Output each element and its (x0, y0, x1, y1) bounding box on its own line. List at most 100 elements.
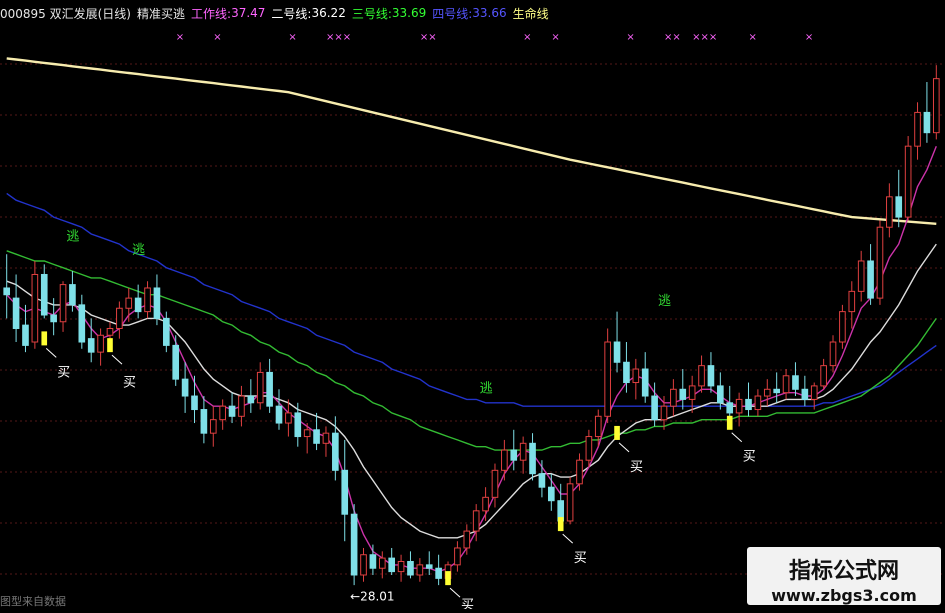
candle-body (59, 284, 67, 323)
stock-code: 000895 双汇发展(日线) (0, 6, 131, 21)
candle-body (792, 375, 799, 390)
candle-body (313, 429, 320, 444)
candle-body (914, 111, 921, 147)
buy-arrow (618, 442, 630, 453)
candle-body (810, 385, 818, 400)
watermark-title: 指标公式网 (788, 559, 899, 584)
buy-label: 买 (461, 598, 474, 609)
series-line (6, 145, 937, 573)
candle-body (40, 273, 48, 316)
candle-body (801, 388, 809, 400)
candle-body (200, 409, 208, 434)
candle-body (407, 560, 414, 576)
candle-body (698, 365, 705, 387)
escape-label: 逃 (66, 230, 79, 245)
candle-body (116, 307, 123, 330)
chart-area: 买买逃逃买逃买逃买买 ←28.01 × × × ××× ×× × × × ×× ××× × × (0, 0, 945, 613)
buy-label: 买 (630, 460, 643, 475)
buy-arrow (45, 348, 57, 358)
candle-body (332, 432, 339, 471)
candle-body (106, 328, 114, 336)
candle-body (820, 365, 827, 387)
candle-body (641, 368, 649, 397)
candle-body (482, 496, 489, 512)
candle-body (463, 530, 471, 549)
top-marker: × (213, 32, 221, 43)
candle-body (360, 554, 367, 576)
top-marker: × (805, 32, 813, 43)
top-marker: × (288, 32, 296, 43)
candle-body (679, 388, 687, 400)
candle-body (566, 483, 574, 522)
top-marker: ×× (664, 32, 681, 43)
candle-body (867, 260, 874, 299)
candle-body (519, 442, 527, 461)
life-line-label: 生命线 (512, 6, 549, 21)
candle-body (219, 405, 226, 421)
line4-label: 四号线: (432, 6, 473, 21)
candle-body (848, 290, 856, 313)
candle-body (632, 368, 640, 384)
candle-body (707, 365, 715, 387)
candle-body (69, 284, 76, 306)
buy-signal-bar (445, 571, 451, 586)
candle-body (932, 78, 940, 134)
candle-body (886, 196, 893, 228)
candle-body (773, 388, 780, 394)
candle-body (547, 486, 555, 502)
candle-body (604, 341, 611, 417)
candle-body (350, 513, 358, 576)
candle-body (623, 361, 630, 384)
candle-body (923, 111, 931, 134)
candle-body (782, 375, 790, 394)
top-marker: × (523, 32, 531, 43)
candle-body (247, 395, 255, 404)
work-line-label: 工作线: (191, 6, 232, 21)
top-marker: × (176, 32, 184, 43)
buy-arrow (731, 432, 743, 443)
buy-signal-bar (726, 415, 733, 430)
buy-signal-bar (614, 425, 620, 440)
candle-body (256, 371, 264, 404)
watermark-url: www.zbgs3.com (771, 586, 917, 605)
escape-label: 逃 (658, 294, 671, 309)
candle-body (510, 449, 518, 461)
top-marker: ×× (420, 32, 437, 43)
candle-body (378, 557, 386, 569)
line4-value: 33.66 (472, 6, 507, 20)
candle-body (238, 395, 245, 417)
candle-body (491, 469, 499, 498)
indicator-name: 精准买逃 (137, 6, 186, 21)
watermark-box: 指标公式网 www.zbgs3.com (747, 547, 941, 605)
buy-signal-bar (557, 517, 564, 532)
buy-label: 买 (57, 365, 70, 380)
candle-body (285, 412, 292, 424)
candle-body (31, 273, 39, 343)
candle-body (454, 547, 461, 566)
line2-label: 二号线: (271, 6, 312, 21)
buy-label: 买 (123, 375, 136, 390)
candle-body (163, 317, 170, 346)
footer-text: 图型来自数据 (0, 595, 66, 608)
candle-body (717, 385, 724, 404)
buy-arrow (111, 354, 123, 365)
candle-body (294, 412, 302, 438)
candle-body (576, 459, 583, 485)
escape-label: 逃 (132, 243, 145, 258)
candle-body (839, 311, 846, 343)
buy-arrow (562, 533, 574, 544)
candle-body (735, 398, 743, 414)
candle-body (87, 338, 95, 353)
candle-body (538, 473, 546, 488)
line3-value: 33.69 (391, 6, 427, 20)
buy-signal-bar (107, 338, 113, 353)
candle-body (388, 557, 396, 573)
candle-body (857, 260, 865, 292)
candle-body (341, 469, 349, 515)
candle-body (181, 378, 189, 397)
low-price-label: ←28.01 (350, 589, 394, 603)
buy-arrow (449, 587, 461, 598)
top-marker: ××× (326, 32, 351, 43)
candle-body (97, 334, 104, 353)
candle-body (895, 196, 903, 218)
